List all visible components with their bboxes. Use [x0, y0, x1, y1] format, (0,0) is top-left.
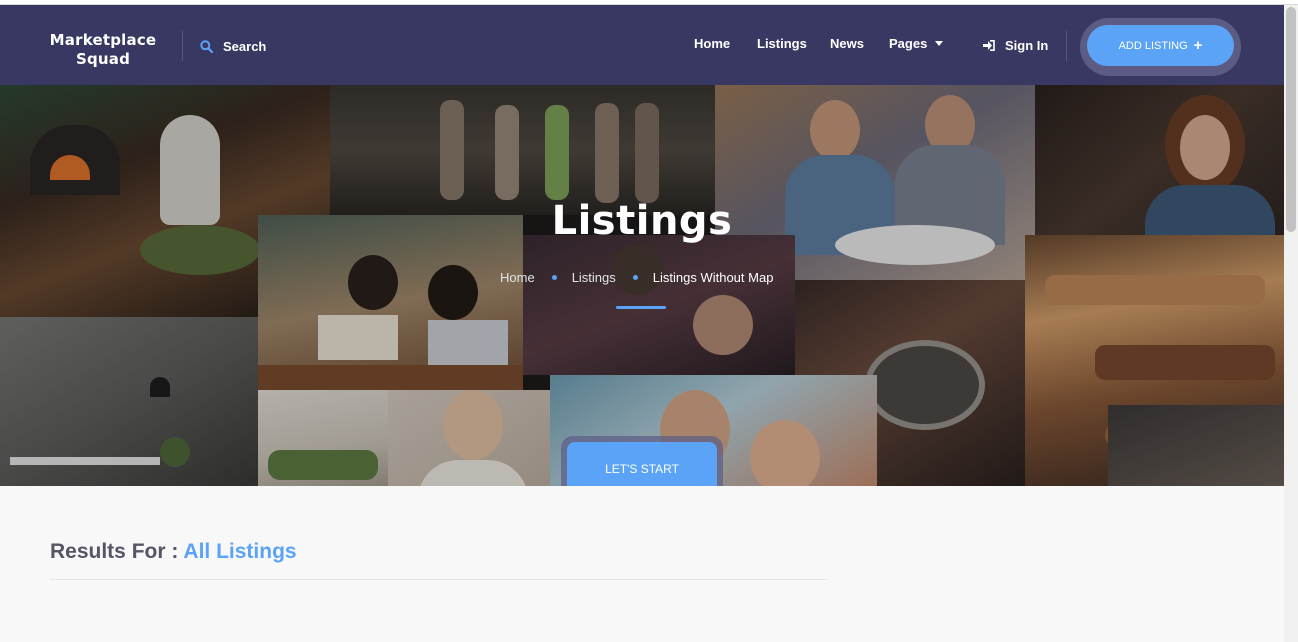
nav-listings[interactable]: Listings: [757, 36, 807, 56]
navbar: Marketplace Squad Search Home Listings N…: [0, 5, 1284, 85]
nav-news[interactable]: News: [830, 36, 864, 56]
nav-pages[interactable]: Pages: [889, 36, 944, 56]
plus-icon: +: [1193, 37, 1203, 54]
nav-divider: [1066, 31, 1067, 61]
breadcrumb-current: Listings Without Map: [652, 270, 774, 285]
results-section: Results For : All Listings: [0, 486, 1284, 642]
breadcrumb-listings[interactable]: Listings: [572, 270, 616, 285]
search-icon: [200, 39, 213, 53]
breadcrumb-separator: [551, 275, 557, 280]
logo-line-1: Marketplace: [49, 31, 157, 49]
hero-banner: Listings Home Listings Listings Without …: [0, 85, 1284, 486]
page-title: Listings: [551, 198, 733, 244]
sign-in-icon: [983, 40, 995, 51]
page-scrollbar[interactable]: [1284, 5, 1298, 642]
logo-divider: [182, 31, 183, 61]
hero-overlay: [0, 85, 1284, 486]
logo[interactable]: Marketplace Squad: [42, 31, 164, 69]
breadcrumb-separator: [632, 275, 638, 280]
chevron-down-icon: [935, 41, 944, 46]
nav-home[interactable]: Home: [694, 36, 730, 56]
results-divider: [50, 579, 828, 580]
nav-pages-label: Pages: [889, 36, 928, 51]
search-label: Search: [223, 38, 267, 54]
title-underline: [616, 306, 666, 309]
search-button[interactable]: Search: [200, 36, 266, 56]
add-listing-button[interactable]: ADD LISTING +: [1087, 25, 1234, 66]
results-heading: Results For : All Listings: [50, 540, 297, 564]
results-prefix: Results For :: [50, 540, 179, 563]
scrollbar-thumb[interactable]: [1286, 7, 1296, 232]
results-filter-value: All Listings: [183, 540, 297, 563]
add-listing-label: ADD LISTING: [1118, 39, 1188, 52]
breadcrumb-home[interactable]: Home: [500, 270, 535, 285]
breadcrumb: Home Listings Listings Without Map: [500, 270, 773, 285]
lets-start-button[interactable]: LET'S START: [567, 442, 717, 486]
sign-in-label: Sign In: [1005, 38, 1049, 53]
logo-line-2: Squad: [75, 50, 131, 68]
lets-start-frame: LET'S START: [561, 436, 723, 486]
add-listing-ring: ADD LISTING +: [1080, 18, 1241, 76]
sign-in-link[interactable]: Sign In: [983, 38, 1048, 53]
